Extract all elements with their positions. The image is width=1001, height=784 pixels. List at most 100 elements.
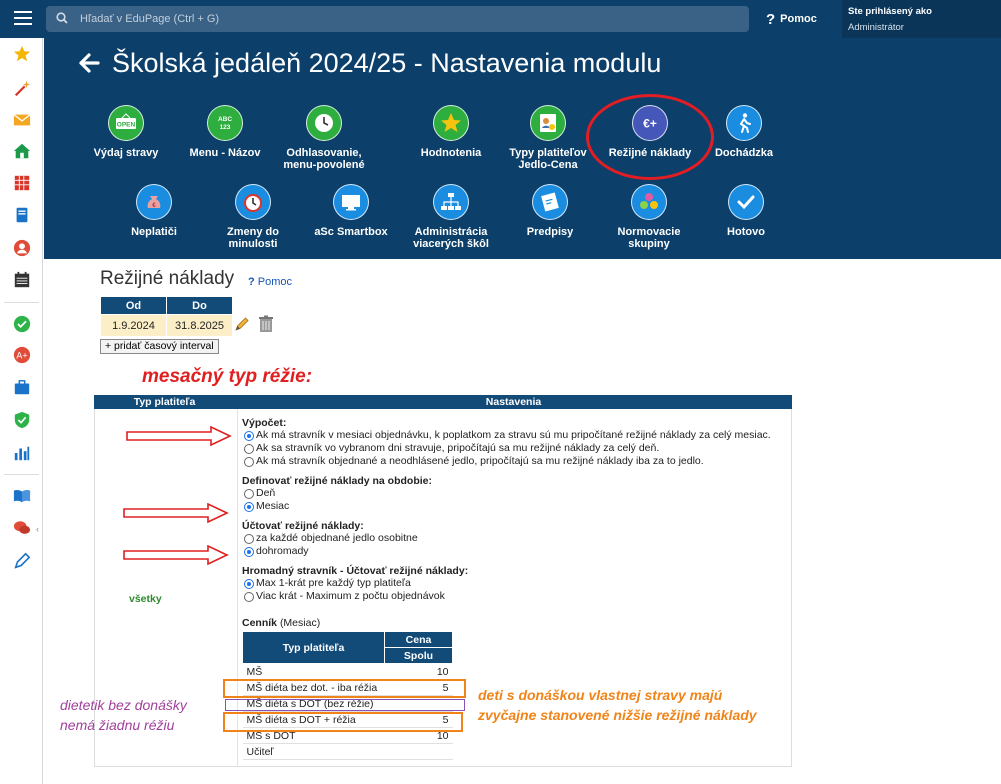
abc-123-icon: ABC 123 <box>207 105 243 141</box>
col-payer-type: Typ platiteľa <box>242 631 385 664</box>
radio-label: Ak sa stravník vo vybranom dni stravuje,… <box>256 442 660 454</box>
col-settings: Nastavenia <box>485 396 542 408</box>
bar-chart-icon[interactable] <box>13 444 31 462</box>
user-icon[interactable] <box>13 239 31 257</box>
radio-option[interactable]: Max 1-krát pre každý typ platiteľa <box>242 577 792 590</box>
radio-option[interactable]: Ak má stravník objednané a neodhlásené j… <box>242 455 792 468</box>
shield-icon[interactable] <box>13 411 31 429</box>
sidebar: A+ ‹ <box>0 38 43 784</box>
svg-text:123: 123 <box>220 124 231 131</box>
table-row[interactable]: MŠ 10 <box>242 663 453 680</box>
radio-button[interactable] <box>244 431 254 441</box>
group-title-vypocet: Výpočet: <box>242 417 287 429</box>
settings-options: Výpočet: Ak má stravník v mesiaci objedn… <box>242 417 792 603</box>
back-arrow-icon[interactable] <box>78 52 100 74</box>
radio-option[interactable]: Deň <box>242 487 792 500</box>
radio-option[interactable]: Mesiac <box>242 500 792 513</box>
group-title-hromadny: Hromadný stravník - Účtovať režijné nákl… <box>242 565 469 577</box>
price-cell[interactable] <box>384 743 453 760</box>
trash-icon[interactable] <box>258 315 274 333</box>
money-bag-icon: € <box>136 184 172 220</box>
help-link[interactable]: ? Pomoc <box>766 11 817 28</box>
section-help-link[interactable]: ? Pomoc <box>248 276 292 288</box>
radio-option[interactable]: za každé objednané jedlo osobitne <box>242 532 792 545</box>
search-box[interactable] <box>46 6 749 32</box>
grade-icon[interactable]: A+ <box>13 346 31 364</box>
radio-button[interactable] <box>244 502 254 512</box>
module-zmeny-do-minulosti[interactable]: Zmeny do minulosti <box>203 184 303 250</box>
highlight-box-orange <box>223 712 463 732</box>
annotation-orange: deti s donáškou vlastnej stravy majú zvy… <box>478 685 757 725</box>
module-neplatici[interactable]: € Neplatiči <box>104 184 204 238</box>
module-asc-smartbox[interactable]: aSc Smartbox <box>301 184 401 238</box>
radio-button[interactable] <box>244 534 254 544</box>
module-administracia-skol[interactable]: Administrácia viacerých škôl <box>401 184 501 250</box>
alarm-clock-icon <box>235 184 271 220</box>
sidebar-divider <box>4 474 39 475</box>
walking-person-icon <box>726 105 762 141</box>
module-hotovo[interactable]: Hotovo <box>696 184 796 238</box>
module-normovacie-skupiny[interactable]: Normovacie skupiny <box>599 184 699 250</box>
group-title-uctovat: Účtovať režijné náklady: <box>242 520 364 532</box>
payer-types-icon <box>530 105 566 141</box>
envelope-icon[interactable] <box>13 111 31 129</box>
search-icon <box>56 12 68 24</box>
module-odhlasovanie[interactable]: Odhlasovanie, menu-povolené <box>274 105 374 171</box>
radio-button[interactable] <box>244 444 254 454</box>
search-input[interactable] <box>78 9 678 29</box>
open-book-icon[interactable] <box>13 487 31 505</box>
check-circle-icon[interactable] <box>13 315 31 333</box>
radio-option[interactable]: dohromady <box>242 545 792 558</box>
radio-label: za každé objednané jedlo osobitne <box>256 532 418 544</box>
pencil-icon[interactable] <box>233 315 251 333</box>
hierarchy-icon <box>433 184 469 220</box>
module-label: Zmeny do minulosti <box>227 226 279 250</box>
briefcase-icon[interactable] <box>13 379 31 397</box>
help-label: Pomoc <box>257 276 292 288</box>
page-title: Školská jedáleň 2024/25 - Nastavenia mod… <box>112 48 662 78</box>
star-icon[interactable] <box>13 45 31 63</box>
sidebar-divider <box>4 302 39 303</box>
module-label: Predpisy <box>526 226 574 238</box>
table-row[interactable]: Učiteľ <box>242 743 453 760</box>
radio-button[interactable] <box>244 489 254 499</box>
magic-wand-icon[interactable] <box>13 80 31 98</box>
home-icon[interactable] <box>13 142 31 160</box>
radio-button[interactable] <box>244 547 254 557</box>
book-icon[interactable] <box>13 206 31 224</box>
radio-option[interactable]: Ak má stravník v mesiaci objednávku, k p… <box>242 429 792 442</box>
radio-button[interactable] <box>244 579 254 589</box>
menu-icon[interactable] <box>14 11 32 25</box>
user-info[interactable]: Ste prihlásený ako Administrátor <box>842 0 1001 38</box>
svg-text:ABC: ABC <box>218 116 232 123</box>
module-label: Hotovo <box>727 226 765 238</box>
radio-option[interactable]: Viac krát - Maximum z počtu objednávok <box>242 590 792 603</box>
radio-label: Mesiac <box>256 500 290 512</box>
pen-icon[interactable] <box>13 552 31 570</box>
price-cell[interactable]: 10 <box>384 663 453 680</box>
module-typy-platitelov[interactable]: Typy platiteľov Jedlo-Cena <box>498 105 598 171</box>
module-menu-nazov[interactable]: ABC 123 Menu - Názov <box>175 105 275 159</box>
module-vydaj-stravy[interactable]: OPEN Výdaj stravy <box>76 105 176 159</box>
radio-label: Ak má stravník v mesiaci objednávku, k p… <box>256 429 771 441</box>
collapse-chevron-icon[interactable]: ‹ <box>36 524 39 534</box>
question-icon: ? <box>248 276 255 288</box>
module-label: Normovacie skupiny <box>617 226 681 250</box>
module-label: Neplatiči <box>131 226 177 238</box>
add-interval-button[interactable]: + pridať časový interval <box>100 339 219 354</box>
annotation-purple: dietetik bez donášky nemá žiadnu réžiu <box>60 695 187 735</box>
module-hodnotenia[interactable]: Hodnotenia <box>401 105 501 159</box>
radio-option[interactable]: Ak sa stravník vo vybranom dni stravuje,… <box>242 442 792 455</box>
interval-row[interactable]: 1.9.2024 31.8.2025 <box>100 314 233 337</box>
monitor-icon <box>333 184 369 220</box>
chat-icon[interactable] <box>13 519 31 537</box>
radio-label: Viac krát - Maximum z počtu objednávok <box>256 590 445 602</box>
radio-button[interactable] <box>244 592 254 602</box>
radio-button[interactable] <box>244 457 254 467</box>
module-predpisy[interactable]: Predpisy <box>500 184 600 238</box>
interval-table: Od Do 1.9.2024 31.8.2025 <box>100 296 233 337</box>
top-bar: ? Pomoc Ste prihlásený ako Administrátor <box>0 0 1001 38</box>
timetable-icon[interactable] <box>13 174 31 192</box>
calendar-icon[interactable] <box>13 271 31 289</box>
annotation-arrow-icon <box>126 426 232 446</box>
